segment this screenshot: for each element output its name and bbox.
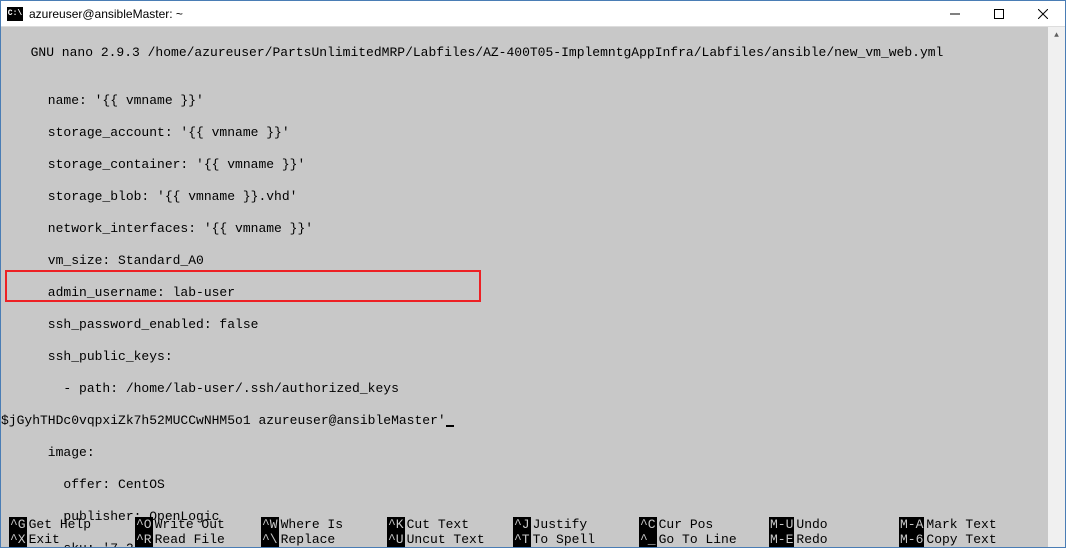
shortcut-cur-pos[interactable]: ^CCur Pos [639,517,769,532]
shortcut-key: ^G [9,517,27,532]
maximize-button[interactable] [977,1,1021,26]
terminal-window: C:\ azureuser@ansibleMaster: ~ GNU nano … [0,0,1066,548]
file-line: vm_size: Standard_A0 [1,253,1065,269]
scrollbar[interactable]: ▲ [1048,27,1065,547]
icon-label: C:\ [8,9,22,18]
shortcut-label: Uncut Text [407,532,485,547]
file-line: $jGyhTHDc0vqpxiZk7h52MUCCwNHM5o1 azureus… [1,413,1065,429]
nano-header: GNU nano 2.9.3 /home/azureuser/PartsUnli… [1,45,1065,61]
file-line: storage_container: '{{ vmname }}' [1,157,1065,173]
file-line: storage_blob: '{{ vmname }}.vhd' [1,189,1065,205]
shortcut-key: ^W [261,517,279,532]
file-line: ssh_password_enabled: false [1,317,1065,333]
shortcut-go-to-line[interactable]: ^_Go To Line [639,532,769,547]
file-content: name: '{{ vmname }}' storage_account: '{… [1,77,1065,547]
shortcut-label: Get Help [29,517,91,532]
shortcut-undo[interactable]: M-UUndo [769,517,899,532]
shortcut-key: ^O [135,517,153,532]
shortcut-label: Copy Text [926,532,996,547]
shortcut-replace[interactable]: ^\Replace [261,532,387,547]
shortcut-label: Redo [796,532,827,547]
file-line: image: [1,445,1065,461]
shortcut-label: Go To Line [659,532,737,547]
footer-row-2: ^XExit ^RRead File ^\Replace ^UUncut Tex… [9,532,1065,547]
shortcut-key: ^J [513,517,531,532]
shortcut-mark-text[interactable]: M-AMark Text [899,517,1029,532]
shortcut-label: Justify [533,517,588,532]
titlebar: C:\ azureuser@ansibleMaster: ~ [1,1,1065,27]
shortcut-label: Undo [796,517,827,532]
shortcut-read-file[interactable]: ^RRead File [135,532,261,547]
shortcut-label: Write Out [155,517,225,532]
file-line: network_interfaces: '{{ vmname }}' [1,221,1065,237]
shortcut-label: Cur Pos [659,517,714,532]
shortcut-label: Replace [281,532,336,547]
shortcut-key: ^T [513,532,531,547]
shortcut-key: M-U [769,517,794,532]
shortcut-label: To Spell [533,532,595,547]
window-title: azureuser@ansibleMaster: ~ [29,7,933,21]
cursor [446,425,454,427]
file-line: ssh_public_keys: [1,349,1065,365]
terminal-content: GNU nano 2.9.3 /home/azureuser/PartsUnli… [1,27,1065,547]
shortcut-label: Exit [29,532,60,547]
footer-row-1: ^GGet Help ^OWrite Out ^WWhere Is ^KCut … [9,517,1065,532]
shortcut-label: Read File [155,532,225,547]
scrollbar-up-button[interactable]: ▲ [1048,27,1065,44]
shortcut-label: Mark Text [926,517,996,532]
shortcut-label: Where Is [281,517,343,532]
shortcut-key: ^U [387,532,405,547]
shortcut-justify[interactable]: ^JJustify [513,517,639,532]
shortcut-to-spell[interactable]: ^TTo Spell [513,532,639,547]
shortcut-key: M-A [899,517,924,532]
nano-footer: ^GGet Help ^OWrite Out ^WWhere Is ^KCut … [1,517,1065,547]
shortcut-copy-text[interactable]: M-6Copy Text [899,532,1029,547]
shortcut-key: M-E [769,532,794,547]
shortcut-exit[interactable]: ^XExit [9,532,135,547]
shortcut-write-out[interactable]: ^OWrite Out [135,517,261,532]
shortcut-label: Cut Text [407,517,469,532]
shortcut-key: ^C [639,517,657,532]
terminal-icon: C:\ [7,7,23,21]
terminal-area[interactable]: GNU nano 2.9.3 /home/azureuser/PartsUnli… [1,27,1065,547]
file-line: admin_username: lab-user [1,285,1065,301]
shortcut-cut-text[interactable]: ^KCut Text [387,517,513,532]
shortcut-key: ^R [135,532,153,547]
shortcut-redo[interactable]: M-ERedo [769,532,899,547]
minimize-button[interactable] [933,1,977,26]
shortcut-key: M-6 [899,532,924,547]
shortcut-key: ^\ [261,532,279,547]
file-line: name: '{{ vmname }}' [1,93,1065,109]
shortcut-key: ^_ [639,532,657,547]
shortcut-key: ^X [9,532,27,547]
ssh-key-line: $jGyhTHDc0vqpxiZk7h52MUCCwNHM5o1 azureus… [1,413,446,428]
shortcut-where-is[interactable]: ^WWhere Is [261,517,387,532]
file-line: - path: /home/lab-user/.ssh/authorized_k… [1,381,1065,397]
shortcut-get-help[interactable]: ^GGet Help [9,517,135,532]
close-button[interactable] [1021,1,1065,26]
file-line: offer: CentOS [1,477,1065,493]
shortcut-uncut-text[interactable]: ^UUncut Text [387,532,513,547]
window-controls [933,1,1065,26]
file-line: storage_account: '{{ vmname }}' [1,125,1065,141]
shortcut-key: ^K [387,517,405,532]
